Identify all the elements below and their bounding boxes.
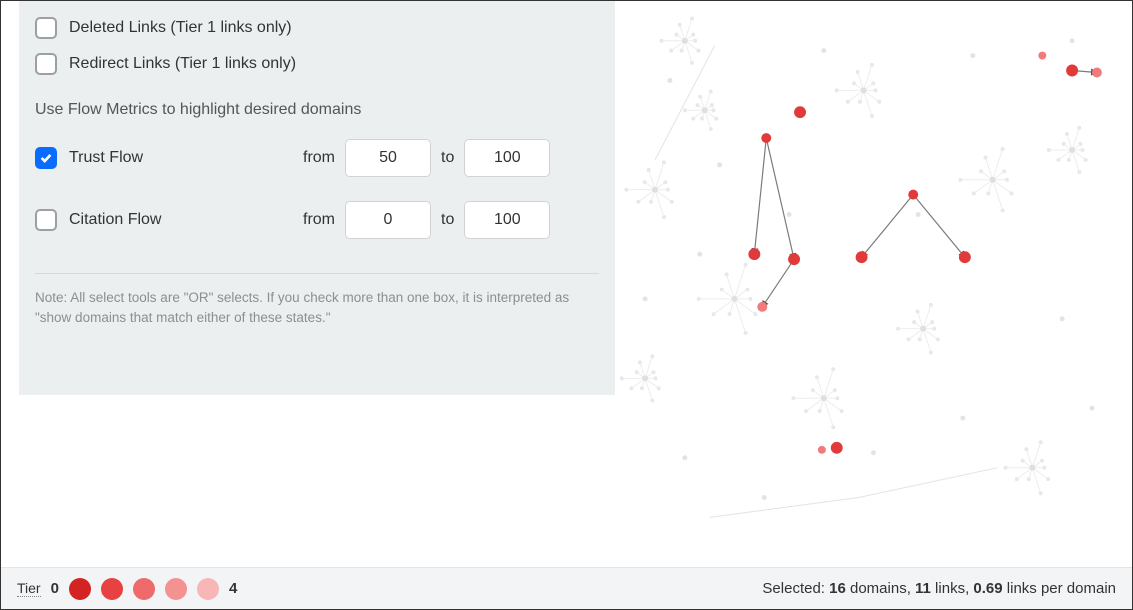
tier-dot — [69, 578, 91, 600]
trust-flow-checkbox[interactable] — [35, 147, 57, 169]
tier-min: 0 — [51, 580, 59, 597]
selected-prefix: Selected: — [762, 580, 829, 597]
tier-dot — [197, 578, 219, 600]
selection-stats: Selected: 16 domains, 11 links, 0.69 lin… — [762, 580, 1116, 597]
lpd-value: 0.69 — [973, 580, 1002, 597]
flow-metrics-section-label: Use Flow Metrics to highlight desired do… — [35, 101, 599, 119]
link-graph-svg — [615, 1, 1132, 567]
tier-dot — [165, 578, 187, 600]
domains-label: domains, — [846, 580, 915, 597]
lpd-label: links per domain — [1003, 580, 1116, 597]
deleted-links-label: Deleted Links (Tier 1 links only) — [69, 19, 292, 37]
redirect-links-checkbox[interactable] — [35, 53, 57, 75]
trust-flow-from-input[interactable] — [345, 139, 431, 177]
trust-flow-to-input[interactable] — [464, 139, 550, 177]
trust-flow-to-label: to — [441, 149, 454, 167]
domains-value: 16 — [829, 580, 846, 597]
citation-flow-to-input[interactable] — [464, 201, 550, 239]
redirect-links-row: Redirect Links (Tier 1 links only) — [35, 53, 599, 75]
citation-flow-checkbox[interactable] — [35, 209, 57, 231]
check-icon — [39, 151, 53, 165]
citation-flow-label: Citation Flow — [69, 211, 161, 229]
links-label: links, — [931, 580, 974, 597]
link-graph[interactable] — [615, 1, 1132, 567]
filter-panel: Deleted Links (Tier 1 links only) Redire… — [19, 1, 615, 395]
citation-flow-row: Citation Flow from to — [35, 201, 599, 239]
tier-label: Tier — [17, 580, 41, 597]
tier-dot — [101, 578, 123, 600]
footer-bar: Tier 0 4 Selected: 16 domains, 11 links,… — [1, 567, 1132, 609]
tier-legend: Tier 0 4 — [17, 578, 237, 600]
links-value: 11 — [915, 580, 931, 597]
tier-max: 4 — [229, 580, 237, 597]
trust-flow-row: Trust Flow from to — [35, 139, 599, 177]
citation-flow-from-input[interactable] — [345, 201, 431, 239]
deleted-links-row: Deleted Links (Tier 1 links only) — [35, 17, 599, 39]
deleted-links-checkbox[interactable] — [35, 17, 57, 39]
redirect-links-label: Redirect Links (Tier 1 links only) — [69, 55, 296, 73]
trust-flow-label: Trust Flow — [69, 149, 143, 167]
filter-note: Note: All select tools are "OR" selects.… — [35, 273, 599, 327]
citation-flow-from-label: from — [303, 211, 335, 229]
trust-flow-from-label: from — [303, 149, 335, 167]
citation-flow-to-label: to — [441, 211, 454, 229]
tier-dot — [133, 578, 155, 600]
